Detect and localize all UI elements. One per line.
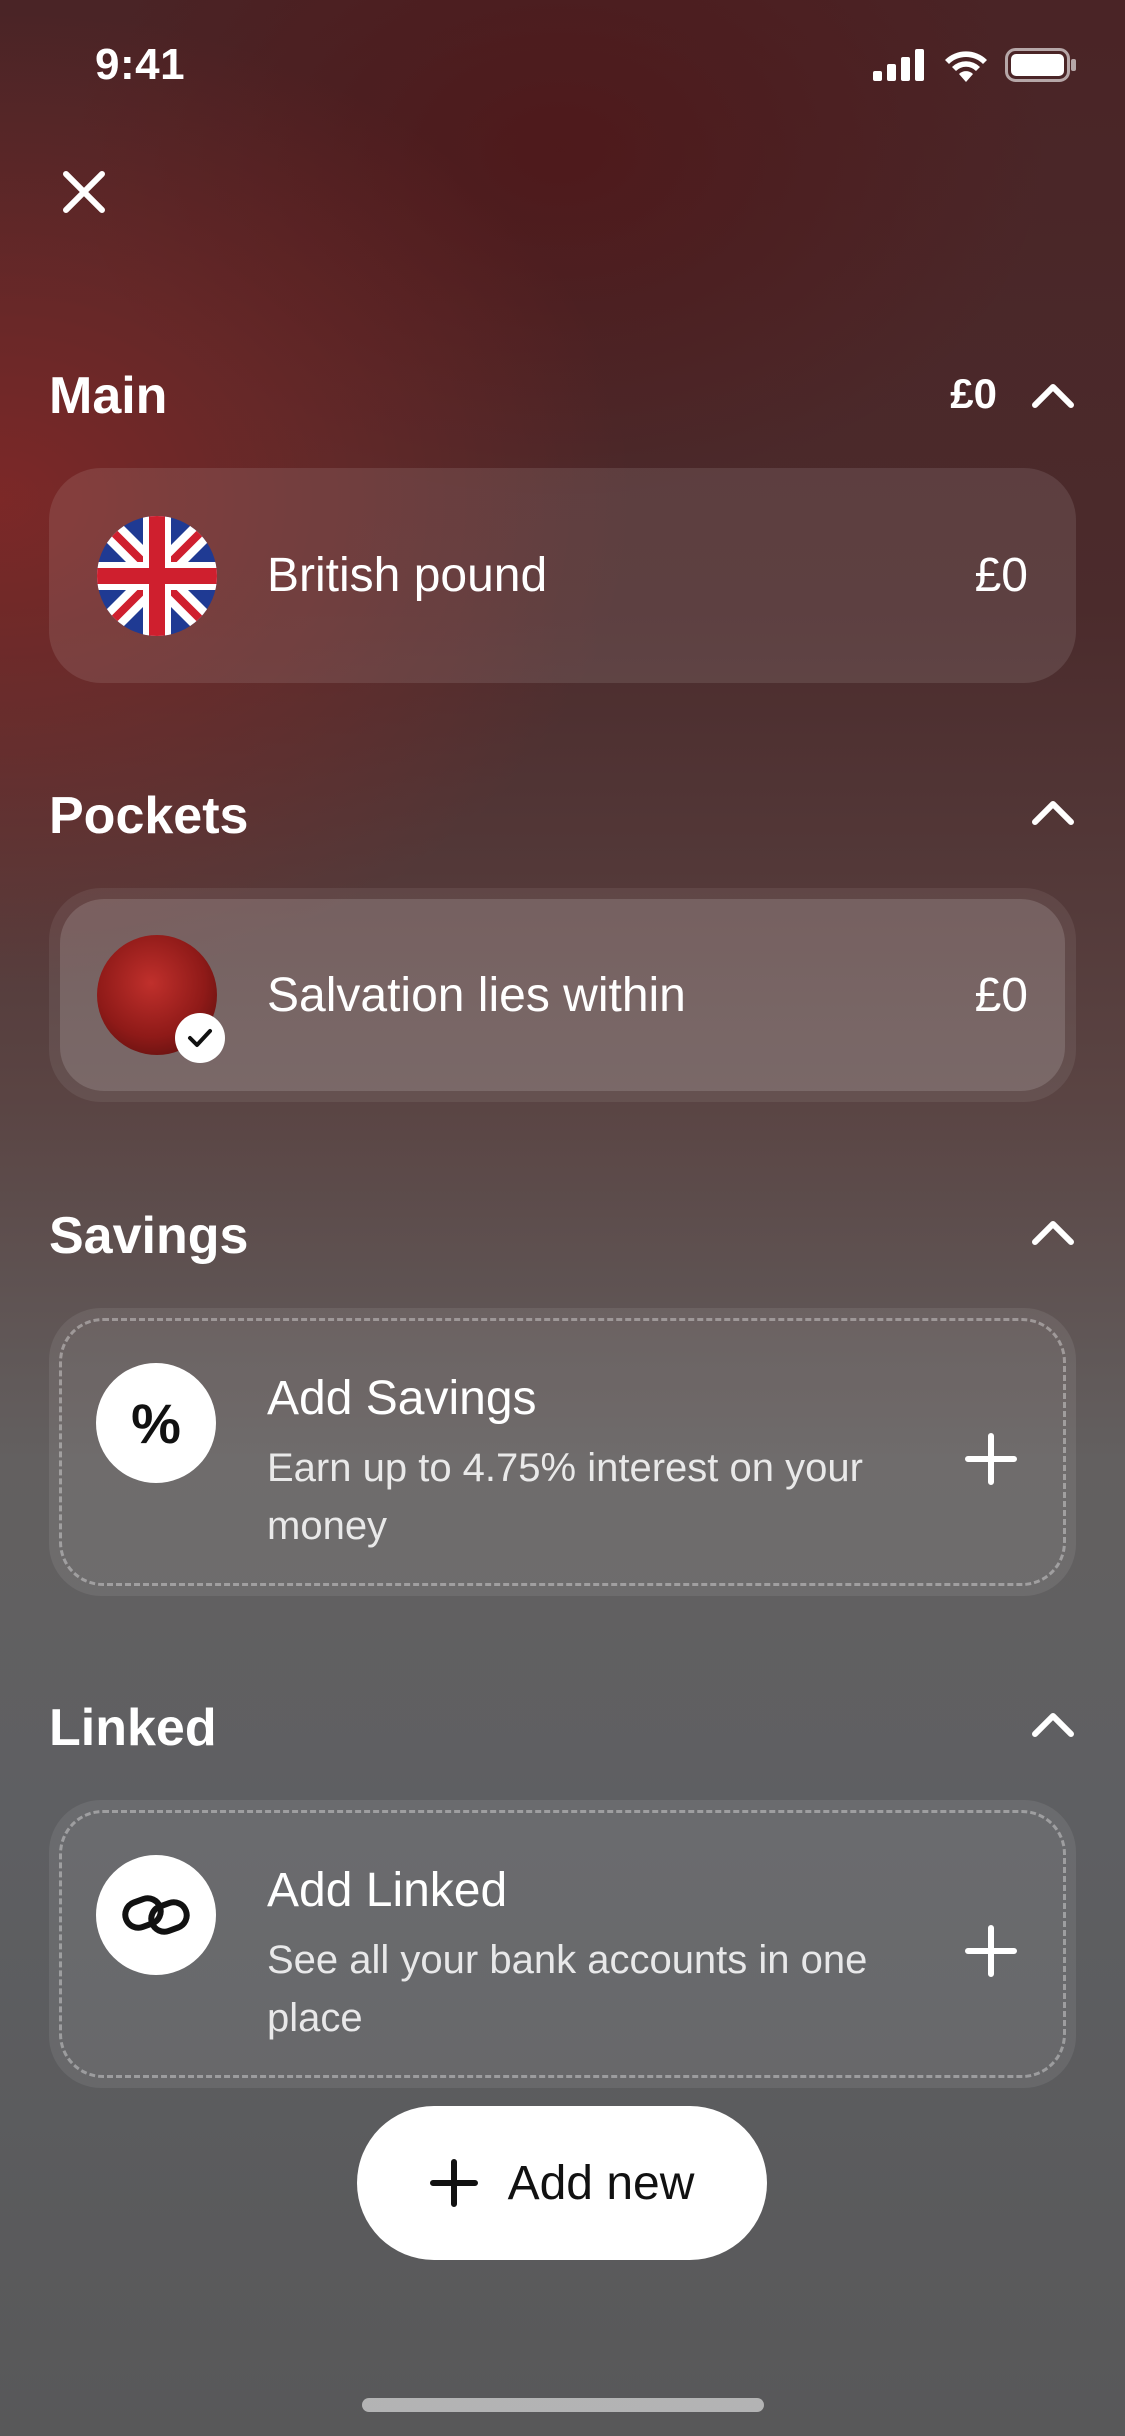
- percent-icon: %: [96, 1363, 216, 1483]
- checkmark-icon: [188, 1029, 212, 1047]
- section-title-main: Main: [49, 367, 168, 425]
- wifi-icon: [945, 51, 987, 82]
- chevron-up-icon: [1032, 1221, 1074, 1245]
- pocket-balance: £0: [974, 968, 1028, 1022]
- uk-flag-icon: [97, 515, 217, 636]
- link-icon: [96, 1855, 216, 1975]
- main-total: £0: [950, 370, 997, 417]
- cellular-signal-icon: [873, 49, 924, 81]
- add-linked-title: Add Linked: [267, 1864, 508, 1917]
- close-icon: [63, 171, 105, 213]
- red-planet-icon: [97, 935, 225, 1063]
- account-balance: £0: [974, 549, 1028, 602]
- add-linked-card[interactable]: Add Linked See all your bank accounts in…: [49, 1800, 1076, 2088]
- status-icons: [873, 48, 1077, 82]
- chevron-up-icon: [1032, 384, 1074, 408]
- add-new-label: Add new: [507, 2156, 695, 2210]
- chevron-up-icon: [1032, 1713, 1074, 1737]
- checkmark-badge: [175, 1013, 225, 1063]
- plus-icon[interactable]: [965, 1433, 1017, 1485]
- pocket-label: Salvation lies within: [267, 968, 686, 1022]
- close-button[interactable]: [52, 160, 116, 224]
- section-title-pockets: Pockets: [49, 787, 249, 845]
- home-indicator: [362, 2398, 764, 2412]
- savings-collapse-toggle[interactable]: [1031, 1216, 1075, 1246]
- add-savings-card[interactable]: % Add Savings Earn up to 4.75% interest …: [49, 1308, 1076, 1596]
- pocket-row-salvation[interactable]: Salvation lies within £0: [49, 888, 1076, 1102]
- chevron-up-icon: [1032, 801, 1074, 825]
- add-linked-subtitle: See all your bank accounts in one place: [267, 1938, 868, 2040]
- linked-collapse-toggle[interactable]: [1031, 1708, 1075, 1738]
- add-savings-subtitle: Earn up to 4.75% interest on your money: [267, 1446, 863, 1548]
- plus-icon: [429, 2159, 478, 2207]
- add-savings-title: Add Savings: [267, 1372, 537, 1425]
- status-time: 9:41: [95, 40, 186, 89]
- add-new-button[interactable]: Add new: [357, 2106, 767, 2260]
- pockets-collapse-toggle[interactable]: [1031, 796, 1075, 826]
- main-section-header-right[interactable]: £0: [950, 370, 1075, 418]
- section-title-savings: Savings: [49, 1207, 249, 1265]
- account-label: British pound: [267, 549, 548, 602]
- plus-icon[interactable]: [965, 1925, 1017, 1977]
- section-title-linked: Linked: [49, 1699, 217, 1757]
- battery-icon: [1005, 48, 1076, 82]
- account-row-british-pound[interactable]: British pound £0: [49, 468, 1076, 683]
